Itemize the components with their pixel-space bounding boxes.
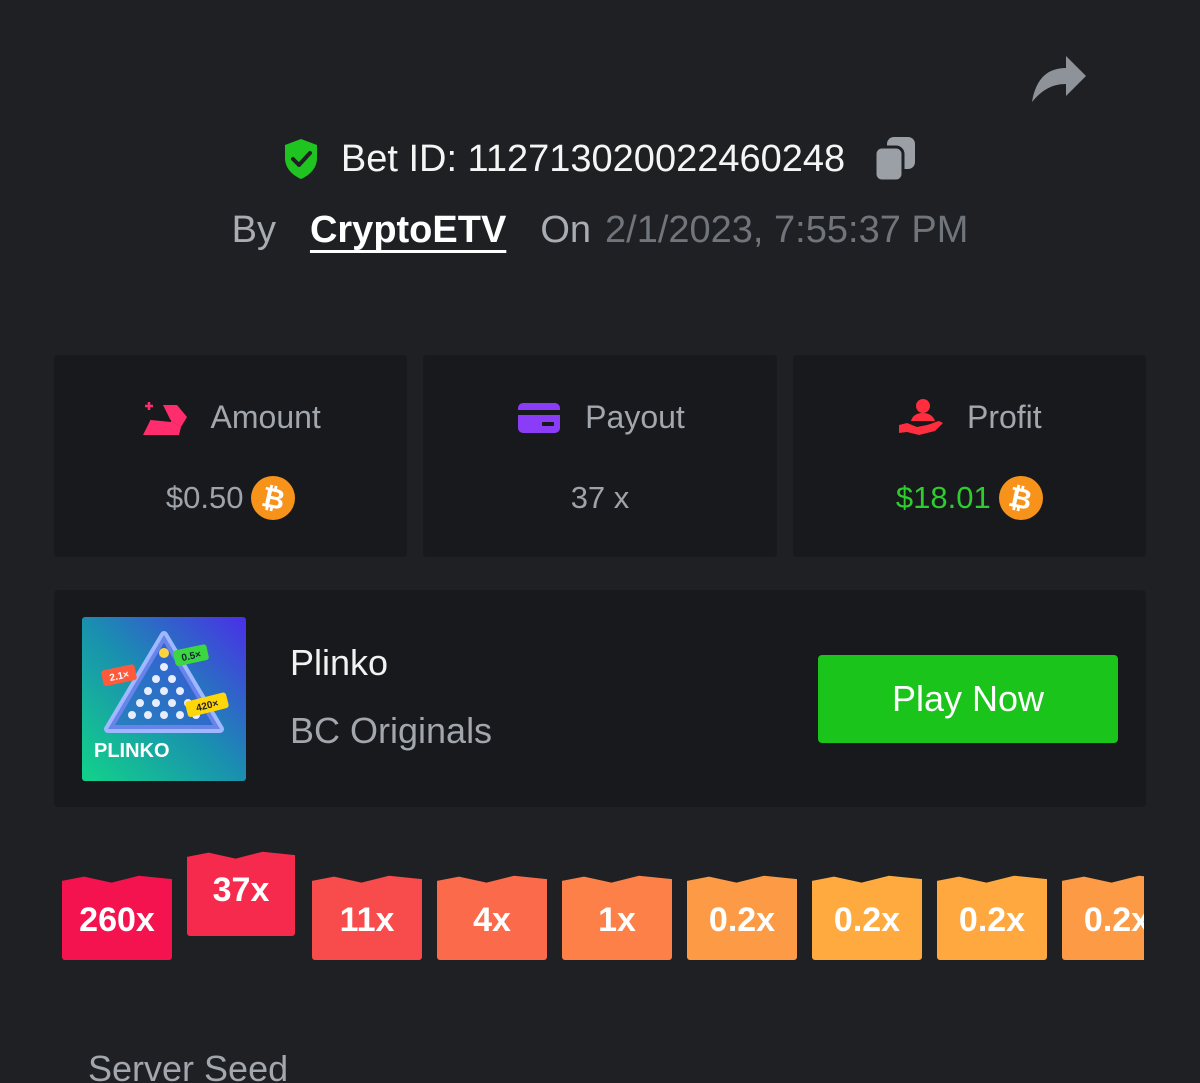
multiplier-bucket: 37x [187,851,295,936]
payout-card: Payout 37 x [423,355,777,557]
multiplier-bucket: 4x [437,875,547,960]
verified-shield-icon [284,139,317,179]
on-label: On [540,208,592,251]
play-now-button[interactable]: Play Now [818,655,1118,743]
bet-stats: Amount $0.50 ₿ Payout 37 x Profit $18.01… [54,355,1146,557]
amount-label: Amount [210,398,321,435]
amount-icon [142,402,187,435]
by-label: By [231,208,276,251]
multiplier-bucket: 0.2x [812,875,922,960]
plinko-thumbnail[interactable]: 2.1× 0.5× 420× PLINKO [82,617,246,781]
multiplier-bucket: 0.2x [687,875,797,960]
btc-icon: ₿ [998,476,1043,520]
card-icon [518,403,561,433]
btc-icon: ₿ [251,476,296,520]
profit-hand-icon [898,399,943,435]
multiplier-bucket: 260x [62,875,172,960]
username-link[interactable]: CryptoETV [310,209,506,252]
thumb-title: PLINKO [94,740,170,762]
bet-id-text: Bet ID: 112713020022460248 [340,137,846,180]
bet-id-row: Bet ID: 112713020022460248 [0,134,1200,184]
profit-value: $18.01 [895,480,991,515]
game-name[interactable]: Plinko [290,642,388,684]
bet-date: 2/1/2023, 7:55:37 PM [605,208,969,251]
multiplier-bucket: 11x [312,875,422,960]
profit-label: Profit [966,398,1042,435]
share-icon[interactable] [1030,52,1088,104]
profit-card: Profit $18.01 ₿ [792,355,1146,557]
multiplier-bucket: 1x [562,875,672,960]
multiplier-buckets: 260x 37x 11x 4x 1x 0.2x 0.2x 0.2x 0.2x [62,850,1144,965]
amount-value: $0.50 [165,480,244,515]
amount-card: Amount $0.50 ₿ [54,355,408,557]
server-seed-label: Server Seed [88,1048,289,1083]
game-provider: BC Originals [290,710,493,751]
multiplier-bucket: 0.2x [937,875,1047,960]
copy-icon[interactable] [873,135,917,183]
multiplier-bucket: 0.2x [1062,875,1144,960]
payout-value: 37 x [570,480,630,515]
payout-label: Payout [585,398,685,435]
bet-byline: By CryptoETV On 2/1/2023, 7:55:37 PM [0,205,1200,255]
game-card: 2.1× 0.5× 420× PLINKO Plinko BC Original… [54,590,1146,807]
